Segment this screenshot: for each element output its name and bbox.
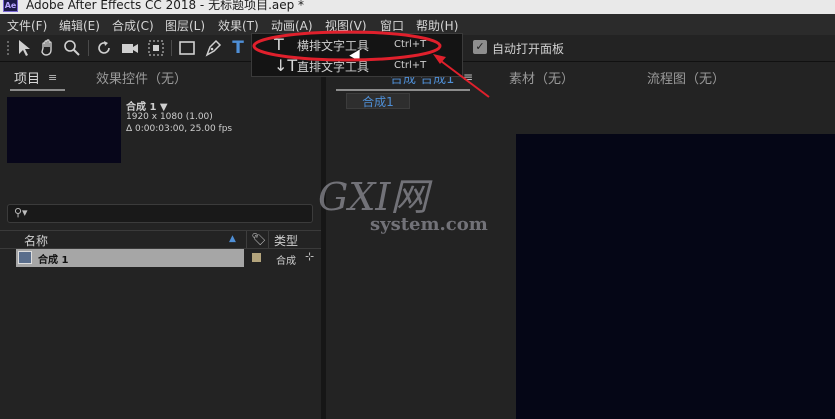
selection-icon[interactable]: [14, 38, 34, 58]
camera-icon[interactable]: [120, 38, 140, 58]
tab-flowchart[interactable]: 流程图（无）: [647, 68, 725, 87]
auto-open-checkbox[interactable]: ✓: [473, 40, 487, 54]
toolbar-separator: [88, 40, 89, 56]
column-divider: [246, 231, 247, 248]
type-icon[interactable]: T: [228, 38, 248, 58]
comp-name[interactable]: 合成 1 ▼: [126, 98, 168, 113]
table-row[interactable]: 合成 1: [16, 249, 244, 267]
composition-viewer[interactable]: [516, 134, 835, 419]
watermark-logo-text: GXI网: [318, 175, 429, 219]
panel-menu-icon[interactable]: ≡: [48, 71, 57, 84]
type-tool-dropdown: T 横排文字工具 Ctrl+T ↓T 直排文字工具 Ctrl+T: [251, 33, 463, 77]
menu-view[interactable]: 视图(V): [325, 17, 367, 34]
menu-help[interactable]: 帮助(H): [416, 17, 458, 34]
pan-behind-icon[interactable]: [146, 38, 166, 58]
comp-size: 1920 x 1080 (1.00): [126, 112, 213, 122]
tab-underline: [336, 89, 470, 91]
menu-bar: 文件(F) 编辑(E) 合成(C) 图层(L) 效果(T) 动画(A) 视图(V…: [0, 14, 835, 35]
menu-window[interactable]: 窗口: [380, 17, 404, 34]
toolbar-grip[interactable]: [7, 41, 9, 55]
rotate-icon[interactable]: [94, 38, 114, 58]
type-horizontal-icon: T: [274, 35, 284, 54]
search-icon: ⚲▾: [14, 206, 28, 219]
comp-thumbnail: [7, 97, 121, 163]
column-divider: [268, 231, 269, 248]
tab-footage[interactable]: 素材（无）: [509, 68, 574, 87]
project-panel: 项目 ≡ 效果控件（无） 合成 1 ▼ 1920 x 1080 (1.00) Δ…: [0, 62, 321, 419]
pen-icon[interactable]: [203, 38, 223, 58]
tab-effect-controls[interactable]: 效果控件（无）: [96, 68, 187, 87]
dropdown-shortcut: Ctrl+T: [394, 60, 427, 71]
toolbar-separator: [171, 40, 172, 56]
menu-file[interactable]: 文件(F): [7, 17, 47, 34]
zoom-icon[interactable]: [62, 38, 82, 58]
title-bar: Ae Adobe After Effects CC 2018 - 无标题项目.a…: [0, 0, 835, 14]
type-vertical-icon: ↓T: [274, 56, 298, 75]
comp-duration: Δ 0:00:03:00, 25.00 fps: [126, 124, 233, 134]
hand-icon[interactable]: [38, 38, 58, 58]
menu-composition[interactable]: 合成(C): [112, 17, 154, 34]
rectangle-icon[interactable]: [177, 38, 197, 58]
row-type: 合成: [276, 256, 296, 267]
flowchart-icon[interactable]: ⊹: [305, 250, 314, 263]
label-tag-icon[interactable]: 🏷: [251, 232, 266, 246]
menu-effect[interactable]: 效果(T): [218, 17, 259, 34]
menu-edit[interactable]: 编辑(E): [59, 17, 100, 34]
list-header: 名称 ▲ 🏷 类型: [0, 230, 321, 249]
column-name-header[interactable]: 名称: [24, 232, 48, 249]
panel-menu-icon[interactable]: ≡: [463, 70, 473, 84]
column-type-header[interactable]: 类型: [274, 232, 298, 249]
watermark: GXI网 system.com: [318, 166, 488, 246]
tab-project[interactable]: 项目: [14, 68, 40, 87]
sort-ascending-icon[interactable]: ▲: [229, 234, 236, 244]
auto-open-label: 自动打开面板: [492, 42, 565, 56]
search-input[interactable]: ⚲▾: [7, 204, 313, 223]
menu-layer[interactable]: 图层(L): [165, 17, 205, 34]
tab-underline: [10, 89, 65, 91]
label-color-swatch[interactable]: [252, 253, 261, 262]
dropdown-shortcut: Ctrl+T: [394, 39, 427, 50]
app-logo: Ae: [3, 0, 18, 12]
menu-animation[interactable]: 动画(A): [271, 17, 313, 34]
window-title: Adobe After Effects CC 2018 - 无标题项目.aep …: [26, 0, 305, 12]
watermark-domain-text: system.com: [370, 214, 488, 235]
row-name: 合成 1: [38, 255, 69, 266]
composition-icon: [18, 251, 32, 264]
comp-breadcrumb[interactable]: 合成1: [346, 93, 410, 109]
